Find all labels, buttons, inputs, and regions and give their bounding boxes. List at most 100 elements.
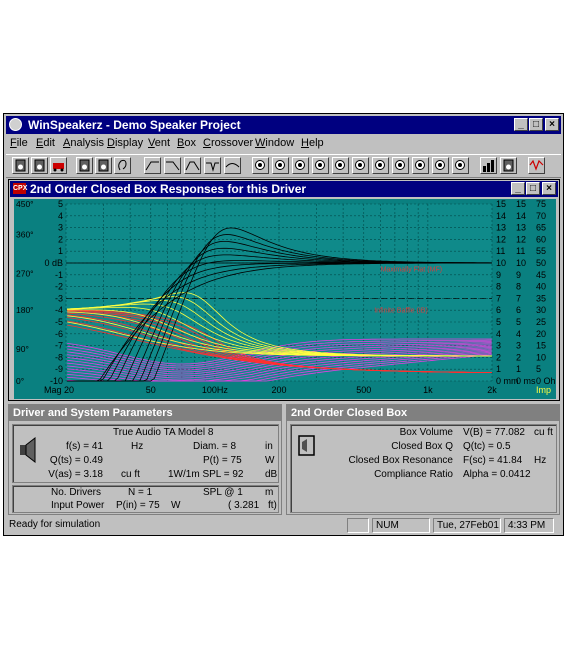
maximize-button[interactable]: □ [529, 118, 543, 131]
response-7-icon[interactable] [372, 157, 389, 174]
status-message: Ready for simulation [9, 519, 101, 530]
y-tick-db: 3 [58, 223, 63, 233]
menu-help[interactable]: Help [301, 137, 324, 149]
enclosure-icon[interactable] [31, 157, 48, 174]
menu-edit[interactable]: Edit [36, 137, 55, 149]
y-tick-db: 4 [58, 211, 63, 221]
box-params-box[interactable]: Box Volume V(B) = 77.082 cu ft Closed Bo… [290, 424, 557, 513]
right-axis-tick: 9 [496, 270, 501, 280]
signal-icon[interactable] [528, 157, 545, 174]
right-axis-tick: 8 [516, 282, 521, 292]
response-6-icon[interactable] [352, 157, 369, 174]
y-tick-db: -6 [55, 329, 63, 339]
menu-display[interactable]: Display [107, 137, 143, 149]
right-axis-tick: 10 [496, 258, 506, 268]
y-tick-db: -1 [55, 270, 63, 280]
response-3-icon[interactable] [292, 157, 309, 174]
right-axis-tick: 0 ms [516, 376, 536, 386]
pt-value: P(t) = 75 [203, 455, 242, 466]
response-2-icon[interactable] [272, 157, 289, 174]
right-axis-tick: 5 [496, 317, 501, 327]
response-5-icon[interactable] [332, 157, 349, 174]
y-tick-db: -4 [55, 305, 63, 315]
fs-unit: Hz [131, 441, 144, 452]
bandpass-filter-icon[interactable] [184, 157, 201, 174]
close-button[interactable]: × [545, 118, 559, 131]
driver-icon[interactable] [12, 157, 29, 174]
graph-maximize-button[interactable]: □ [526, 182, 540, 195]
closed-box-icon [298, 435, 315, 456]
y-tick-db: -3 [55, 293, 63, 303]
right-axis-tick: 13 [496, 223, 506, 233]
highpass-filter-icon[interactable] [144, 157, 161, 174]
y-tick-phase: 450° [16, 199, 34, 209]
driver-params-box[interactable]: True Audio TA Model 8 f(s) = 41 Hz Diam.… [12, 424, 279, 483]
right-axis-tick: 20 [536, 329, 546, 339]
notch-filter-icon[interactable] [204, 157, 221, 174]
graph-close-button[interactable]: × [542, 182, 556, 195]
graph-window-title-bar[interactable]: CPX 2nd Order Closed Box Responses for t… [10, 181, 558, 197]
response-10-icon[interactable] [432, 157, 449, 174]
right-axis-tick: 14 [496, 211, 506, 221]
x-tick-label: 100Hz [202, 385, 229, 395]
spl-distance-unit: ft) [268, 500, 277, 511]
response-9-icon[interactable] [412, 157, 429, 174]
menu-vent[interactable]: Vent [148, 137, 170, 149]
y-tick-db: -7 [55, 341, 63, 351]
allpass-filter-icon[interactable] [224, 157, 241, 174]
input-power-value: P(in) = 75 [116, 500, 160, 511]
graph-minimize-button[interactable]: _ [511, 182, 525, 195]
lowpass-filter-icon[interactable] [164, 157, 181, 174]
compliance-ratio-label: Compliance Ratio [374, 469, 453, 480]
response-1-icon[interactable] [252, 157, 269, 174]
right-axis-tick: 7 [496, 293, 501, 303]
right-axis-tick: 3 [496, 341, 501, 351]
closed-box-q-value: Q(tc) = 0.5 [463, 441, 511, 452]
right-axis-tick: 65 [536, 223, 546, 233]
right-axis-tick: 55 [536, 246, 546, 256]
speaker-pair-icon[interactable] [95, 157, 112, 174]
speaker-array-icon[interactable] [76, 157, 93, 174]
x-tick-label: 500 [356, 385, 371, 395]
y-tick-phase: 270° [16, 269, 34, 279]
bar-graph-icon[interactable] [480, 157, 497, 174]
response-11-icon[interactable] [452, 157, 469, 174]
minimize-button[interactable]: _ [514, 118, 528, 131]
right-axis-tick: 15 [496, 199, 506, 209]
graph-icon[interactable]: CPX [13, 183, 27, 194]
box-volume-unit: cu ft [534, 427, 553, 438]
app-icon[interactable] [9, 118, 22, 131]
menu-analysis[interactable]: Analysis [63, 137, 104, 149]
title-bar[interactable]: WinSpeakerz - Demo Speaker Project _ □ × [6, 116, 561, 134]
status-time: 4:33 PM [504, 518, 554, 533]
menu-box[interactable]: Box [177, 137, 196, 149]
menu-window[interactable]: Window [255, 137, 294, 149]
ear-icon[interactable] [114, 157, 131, 174]
driver-power-box[interactable]: No. Drivers N = 1 SPL @ 1 m Input Power … [12, 485, 279, 513]
status-date: Tue, 27Feb01 [433, 518, 501, 533]
x-tick-label: 1k [423, 385, 433, 395]
calculator-icon[interactable] [500, 157, 517, 174]
no-drivers-value: N = 1 [128, 487, 153, 498]
closed-box-q-label: Closed Box Q [391, 441, 453, 452]
box-volume-value: V(B) = 77.082 [463, 427, 525, 438]
menu-crossover[interactable]: Crossover [203, 137, 253, 149]
box-volume-label: Box Volume [399, 427, 453, 438]
speaker-icon [20, 437, 36, 463]
right-axis-tick: 12 [496, 234, 506, 244]
car-icon[interactable] [50, 157, 67, 174]
status-num: NUM [372, 518, 430, 533]
vas-value: V(as) = 3.18 [48, 469, 103, 480]
right-axis-tick: 75 [536, 199, 546, 209]
x-tick-label: 2k [487, 385, 497, 395]
y-tick-db: 0 dB [44, 258, 63, 268]
driver-panel: Driver and System Parameters True Audio … [8, 404, 282, 515]
annotation-mf: Maximally Flat (MF) [381, 266, 442, 273]
response-chart[interactable]: Maximally Flat (MF) Infinite Baffle (IB) 5… [14, 199, 556, 399]
menu-file[interactable]: File [10, 137, 28, 149]
right-axis-tick: 4 [516, 329, 521, 339]
y-tick-db: -8 [55, 352, 63, 362]
response-8-icon[interactable] [392, 157, 409, 174]
status-indicator-blank [347, 518, 369, 533]
response-4-icon[interactable] [312, 157, 329, 174]
